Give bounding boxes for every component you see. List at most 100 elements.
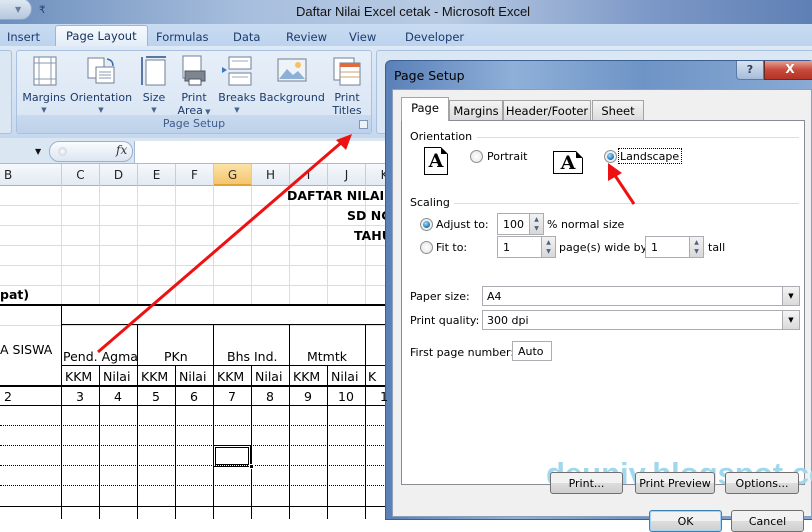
- dialog-title: Page Setup: [394, 68, 465, 83]
- print-preview-button[interactable]: Print Preview: [635, 472, 715, 494]
- ribbon-group-themes: [0, 50, 12, 134]
- options-button[interactable]: Options...: [725, 472, 799, 494]
- cell-border: [0, 506, 390, 507]
- section-divider: [454, 203, 799, 204]
- tab-insert[interactable]: Insert: [7, 27, 40, 46]
- column-number-cell: 8: [266, 389, 274, 404]
- cell-border: [62, 324, 390, 325]
- gridline: [251, 186, 252, 305]
- print-titles-button[interactable]: Print Titles: [329, 55, 365, 117]
- adjust-to-spinner[interactable]: ▲ ▼: [529, 213, 544, 235]
- dialog-body: Page Margins Header/Footer Sheet Orienta…: [392, 89, 812, 532]
- fit-to-label[interactable]: Fit to:: [436, 241, 467, 254]
- row-label-partial: pat): [0, 287, 30, 302]
- help-button[interactable]: ?: [736, 61, 764, 80]
- tab-view[interactable]: View: [349, 27, 376, 46]
- column-header-g[interactable]: G: [214, 164, 252, 186]
- gridline: [0, 265, 390, 266]
- column-number-cell: 4: [114, 389, 122, 404]
- tab-page-layout[interactable]: Page Layout: [55, 25, 148, 47]
- dialog-tab-sheet[interactable]: Sheet: [592, 100, 644, 120]
- adjust-to-radio[interactable]: [420, 218, 433, 231]
- scaling-section-label: Scaling: [410, 196, 450, 209]
- landscape-radio[interactable]: [604, 150, 617, 163]
- breaks-button[interactable]: Breaks ▼: [217, 55, 257, 117]
- subheader-cell: K: [368, 369, 377, 384]
- tab-review[interactable]: Review: [286, 27, 327, 46]
- first-page-number-input[interactable]: Auto: [512, 341, 552, 361]
- print-area-button[interactable]: Print Area ▼: [175, 55, 213, 119]
- tab-data[interactable]: Data: [233, 27, 260, 46]
- page-setup-dialog-launcher[interactable]: [359, 120, 368, 129]
- tab-formulas[interactable]: Formulas: [156, 27, 209, 46]
- background-button[interactable]: Background: [259, 55, 325, 104]
- cell-border: [61, 305, 62, 519]
- column-header-h[interactable]: H: [252, 164, 290, 186]
- background-icon: [276, 55, 308, 87]
- print-quality-value: 300 dpi: [487, 314, 529, 327]
- cell-border: [99, 366, 100, 519]
- cell-border: [289, 325, 290, 519]
- chevron-down-icon[interactable]: ▼: [782, 287, 799, 305]
- landscape-page-icon: A: [553, 151, 583, 174]
- breaks-label: Breaks: [218, 91, 256, 104]
- subheader-cell: Nilai: [331, 369, 359, 384]
- column-number-cell: 3: [76, 389, 84, 404]
- column-header-c[interactable]: C: [62, 164, 100, 186]
- column-header-e[interactable]: E: [138, 164, 176, 186]
- column-header-j[interactable]: J: [328, 164, 366, 186]
- fit-tall-suffix: tall: [708, 241, 726, 254]
- paper-size-label: Paper size:: [410, 290, 470, 303]
- ribbon-group-page-setup: Margins ▼ Orientation ▼ Size ▼ Print Are…: [16, 50, 372, 134]
- orientation-button[interactable]: Orientation ▼: [69, 55, 133, 117]
- margins-button[interactable]: Margins ▼: [21, 55, 67, 117]
- fill-handle[interactable]: [249, 464, 254, 469]
- customize-qat-icon[interactable]: ₹: [39, 5, 45, 16]
- paper-size-select[interactable]: A4 ▼: [482, 286, 800, 306]
- selected-cell[interactable]: [213, 445, 251, 467]
- column-header-d[interactable]: D: [100, 164, 138, 186]
- insert-function-button[interactable]: fx: [116, 143, 127, 157]
- column-header-i[interactable]: I: [290, 164, 328, 186]
- fit-tall-spinner[interactable]: ▲ ▼: [689, 236, 704, 258]
- subheader-cell: KKM: [141, 369, 169, 384]
- print-button[interactable]: Print...: [550, 472, 623, 494]
- tab-developer[interactable]: Developer: [405, 27, 464, 46]
- gridline: [61, 186, 62, 305]
- column-header-f[interactable]: F: [176, 164, 214, 186]
- dialog-tab-page[interactable]: Page: [401, 97, 449, 121]
- column-header-b[interactable]: B: [0, 164, 62, 186]
- fit-wide-spinner[interactable]: ▲ ▼: [541, 236, 556, 258]
- portrait-radio[interactable]: [470, 150, 483, 163]
- quick-access-undo[interactable]: ▼: [0, 0, 32, 20]
- subheader-cell: Nilai: [103, 369, 131, 384]
- gridline: [0, 245, 390, 246]
- header-nama-siswa: A SISWA: [0, 342, 53, 357]
- subject-header: Pend. Agma: [63, 349, 138, 364]
- cell-border: [0, 465, 390, 466]
- cancel-button[interactable]: Cancel: [731, 510, 804, 532]
- chevron-down-icon[interactable]: ▼: [782, 311, 799, 329]
- subheader-cell: Nilai: [255, 369, 283, 384]
- formula-input[interactable]: [134, 141, 390, 163]
- dialog-tab-margins[interactable]: Margins: [449, 100, 503, 120]
- subheader-cell: KKM: [293, 369, 321, 384]
- expand-handle[interactable]: [58, 147, 67, 156]
- ok-button[interactable]: OK: [649, 510, 722, 532]
- fit-to-radio[interactable]: [420, 241, 433, 254]
- size-button[interactable]: Size ▼: [137, 55, 171, 117]
- orientation-section-label: Orientation: [410, 130, 473, 143]
- print-titles-label: Print: [334, 91, 360, 104]
- name-box-dropdown[interactable]: ▼: [35, 147, 41, 156]
- cell-border: [62, 365, 390, 366]
- gridline: [213, 186, 214, 305]
- paper-size-value: A4: [487, 290, 502, 303]
- size-icon: [138, 55, 170, 87]
- gridline: [365, 186, 366, 305]
- close-button[interactable]: X: [764, 61, 812, 80]
- print-quality-select[interactable]: 300 dpi ▼: [482, 310, 800, 330]
- adjust-to-label[interactable]: Adjust to:: [436, 218, 489, 231]
- portrait-label[interactable]: Portrait: [487, 150, 527, 163]
- dialog-tab-header-footer[interactable]: Header/Footer: [503, 100, 591, 120]
- page-tab-panel: Orientation A Portrait A Landscape Scali…: [401, 120, 812, 491]
